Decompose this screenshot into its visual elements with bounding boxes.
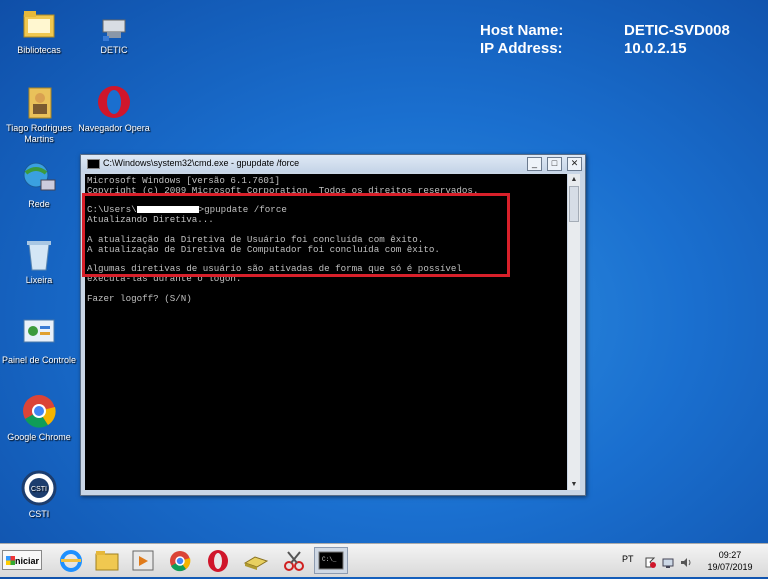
chrome-icon <box>21 393 57 429</box>
svg-text:CSTI: CSTI <box>31 486 47 493</box>
vertical-scrollbar[interactable]: ▲ ▼ <box>568 174 580 490</box>
language-indicator[interactable]: PT <box>622 554 634 564</box>
network-tray-icon[interactable] <box>662 555 674 568</box>
start-label: Iniciar <box>12 556 39 566</box>
media-player-icon <box>132 550 154 571</box>
clock[interactable]: 09:27 19/07/2019 <box>700 549 760 573</box>
action-center-icon[interactable] <box>644 555 656 568</box>
csti-icon: CSTI <box>21 470 57 506</box>
start-button[interactable]: Iniciar <box>2 550 42 570</box>
opera-icon <box>96 84 132 120</box>
opera-icon <box>208 550 228 572</box>
minimize-button[interactable]: _ <box>527 157 542 171</box>
desktop-icon-csti[interactable]: CSTI CSTI <box>1 470 77 520</box>
host-name-value: DETIC-SVD008 <box>624 22 730 39</box>
host-name-label: Host Name: <box>480 22 564 39</box>
ip-address-label: IP Address: <box>480 40 563 57</box>
taskbar: Iniciar C:\_ PT 09:27 19/07/2019 <box>0 543 768 577</box>
svg-text:C:\_: C:\_ <box>322 556 337 563</box>
volume-icon[interactable] <box>680 555 692 567</box>
scroll-up-icon[interactable]: ▲ <box>568 174 580 185</box>
cmd-app-icon <box>87 159 100 169</box>
taskbar-explorer[interactable] <box>92 547 122 574</box>
scroll-down-icon[interactable]: ▼ <box>568 479 580 490</box>
cmd-title: C:\Windows\system32\cmd.exe - gpupdate /… <box>103 158 300 168</box>
recycle-bin-icon <box>21 236 57 272</box>
taskbar-opera[interactable] <box>203 547 233 574</box>
desktop-icon-label: Rede <box>28 199 50 209</box>
network-drive-icon <box>99 16 129 42</box>
scroll-thumb[interactable] <box>569 186 579 222</box>
network-icon <box>21 160 57 196</box>
ip-address-value: 10.0.2.15 <box>624 40 687 57</box>
windows-logo-icon <box>6 556 15 565</box>
cmd-icon: C:\_ <box>318 551 344 570</box>
folder-icon <box>95 551 119 571</box>
chrome-icon <box>170 551 191 572</box>
desktop-icon-label: Lixeira <box>25 275 53 285</box>
taskbar-chrome[interactable] <box>165 547 195 574</box>
desktop-icon-label: Google Chrome <box>7 432 71 442</box>
highlight-box <box>82 193 510 277</box>
maximize-button[interactable]: □ <box>547 157 562 171</box>
desktop-icon-chrome[interactable]: Google Chrome <box>1 393 77 443</box>
clock-date: 19/07/2019 <box>707 562 753 572</box>
desktop-icon-painel[interactable]: Painel de Controle <box>1 316 77 366</box>
folder-icon <box>21 6 57 42</box>
desktop-icon-label: Painel de Controle <box>1 355 77 365</box>
scissors-icon <box>284 551 304 571</box>
host-info: Host Name: DETIC-SVD008 IP Address: 10.0.2… <box>480 22 730 58</box>
desktop-icon-label: Navegador Opera <box>78 123 150 133</box>
cmd-titlebar[interactable]: C:\Windows\system32\cmd.exe - gpupdate /… <box>81 155 585 172</box>
internet-explorer-icon <box>60 550 82 572</box>
taskbar-app[interactable] <box>241 547 271 574</box>
drive-icon <box>243 556 269 570</box>
close-button[interactable]: ✕ <box>567 157 582 171</box>
taskbar-media[interactable] <box>128 547 158 574</box>
desktop-icon-user-folder[interactable]: Tiago Rodrigues Martins <box>1 84 77 145</box>
desktop-icon-label: Tiago Rodrigues Martins <box>6 123 72 144</box>
desktop-icon-label: Bibliotecas <box>17 45 61 55</box>
control-panel-icon <box>21 316 57 352</box>
taskbar-ie[interactable] <box>56 547 86 574</box>
desktop-icon-label: DETIC <box>100 45 128 55</box>
desktop-icon-opera[interactable]: Navegador Opera <box>76 84 152 134</box>
desktop-icon-detic[interactable]: DETIC <box>76 16 152 56</box>
taskbar-tools[interactable] <box>279 547 309 574</box>
desktop-icon-lixeira[interactable]: Lixeira <box>1 236 77 286</box>
desktop-icon-label: CSTI <box>28 509 50 519</box>
desktop-icon-rede[interactable]: Rede <box>1 160 77 210</box>
clock-time: 09:27 <box>718 550 742 560</box>
taskbar-cmd[interactable]: C:\_ <box>314 547 348 574</box>
user-folder-icon <box>21 84 57 120</box>
desktop-icon-bibliotecas[interactable]: Bibliotecas <box>1 6 77 56</box>
console-logoff-prompt: Fazer logoff? (S/N) <box>87 292 192 304</box>
